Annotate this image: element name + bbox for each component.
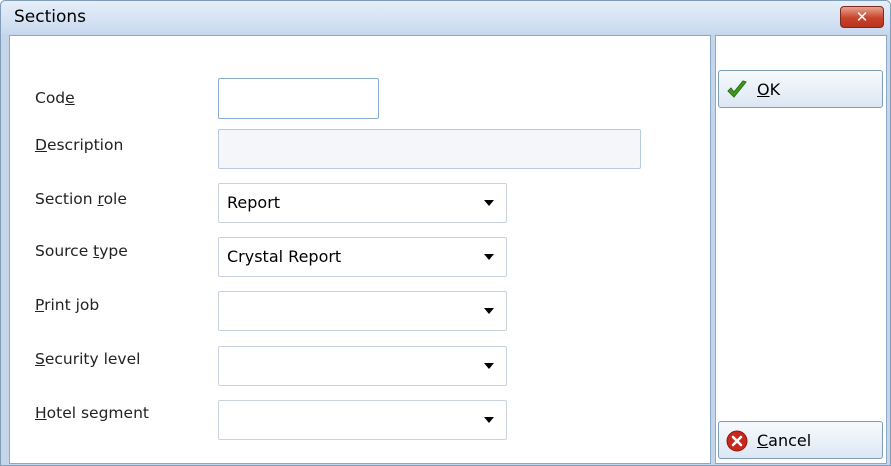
security-level-dropdown[interactable] (218, 346, 507, 386)
ok-label: OK (757, 80, 781, 99)
close-button[interactable]: ✕ (840, 6, 884, 28)
source-type-value: Crystal Report (227, 247, 342, 266)
description-label: Description (35, 136, 124, 154)
sections-dialog: Sections ✕ Code Description Section role… (0, 0, 891, 466)
dialog-title: Sections (14, 7, 87, 27)
source-type-dropdown[interactable]: Crystal Report (218, 237, 507, 277)
code-label: Code (35, 89, 75, 107)
print-job-dropdown[interactable] (218, 291, 507, 331)
code-input[interactable] (218, 78, 379, 119)
section-role-value: Report (227, 193, 281, 212)
ok-button[interactable]: OK (718, 70, 883, 108)
form-panel: Code Description Section role Report Sou… (9, 35, 711, 464)
description-input[interactable] (218, 129, 641, 169)
print-job-label: Print job (35, 296, 100, 314)
title-bar: Sections ✕ (1, 1, 890, 34)
cancel-label: Cancel (757, 431, 812, 450)
hotel-segment-dropdown[interactable] (218, 400, 507, 440)
button-panel: OK Cancel (715, 35, 887, 464)
section-role-dropdown[interactable]: Report (218, 183, 507, 223)
hotel-segment-label: Hotel segment (35, 404, 149, 422)
chevron-down-icon (484, 308, 494, 314)
red-cancel-icon (726, 430, 748, 452)
section-role-label: Section role (35, 190, 127, 208)
security-level-label: Security level (35, 350, 141, 368)
source-type-label: Source type (35, 242, 128, 260)
green-checkmark-icon (727, 80, 747, 98)
chevron-down-icon (484, 363, 494, 369)
close-icon: ✕ (855, 8, 869, 26)
cancel-button[interactable]: Cancel (718, 421, 883, 459)
chevron-down-icon (484, 417, 494, 423)
chevron-down-icon (484, 254, 494, 260)
chevron-down-icon (484, 200, 494, 206)
